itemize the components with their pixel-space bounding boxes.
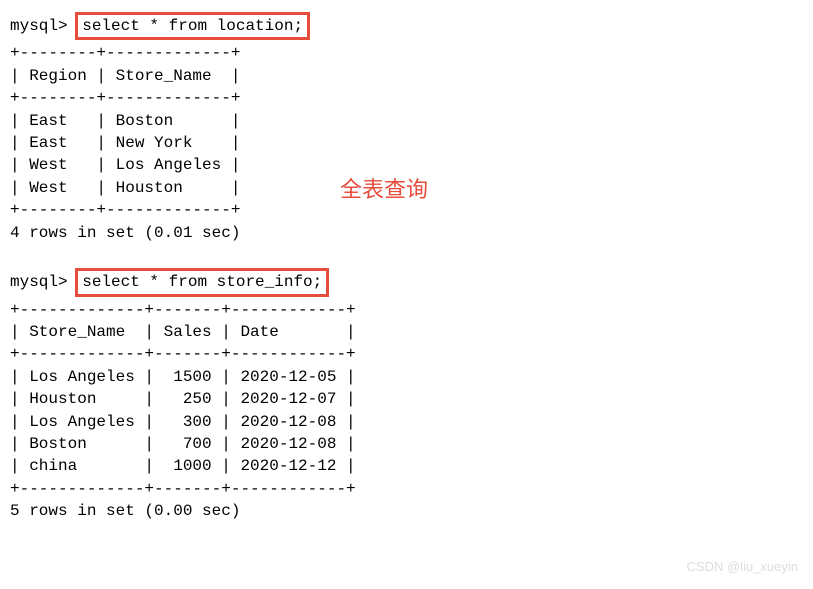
sql-query-2: select * from store_info; [82,273,322,291]
table2-border-bottom: +-------------+-------+------------+ [10,478,803,500]
query-highlight-1: select * from location; [75,12,310,40]
table1-header: | Region | Store_Name | [10,65,803,87]
table2-row: | Houston | 250 | 2020-12-07 | [10,388,803,410]
query-highlight-2: select * from store_info; [75,268,329,296]
table1-row: | East | Boston | [10,110,803,132]
mysql-prompt: mysql> [10,17,68,35]
table1-border-top: +--------+-------------+ [10,42,803,64]
mysql-prompt: mysql> [10,273,68,291]
table1-row: | East | New York | [10,132,803,154]
annotation-label: 全表查询 [340,175,428,206]
table2-footer: 5 rows in set (0.00 sec) [10,500,803,522]
table1-row: | West | Los Angeles | [10,154,803,176]
table2-row: | Los Angeles | 300 | 2020-12-08 | [10,411,803,433]
mysql-prompt-line-1: mysql> select * from location; [10,12,803,40]
watermark-text: CSDN @liu_xueyin [687,558,798,576]
table2-row: | Boston | 700 | 2020-12-08 | [10,433,803,455]
table1-border-mid: +--------+-------------+ [10,87,803,109]
table2-row: | Los Angeles | 1500 | 2020-12-05 | [10,366,803,388]
table2-border-mid: +-------------+-------+------------+ [10,343,803,365]
table1-footer: 4 rows in set (0.01 sec) [10,222,803,244]
table2-header: | Store_Name | Sales | Date | [10,321,803,343]
sql-query-1: select * from location; [82,17,303,35]
mysql-prompt-line-2: mysql> select * from store_info; [10,268,803,296]
table2-row: | china | 1000 | 2020-12-12 | [10,455,803,477]
table2-border-top: +-------------+-------+------------+ [10,299,803,321]
